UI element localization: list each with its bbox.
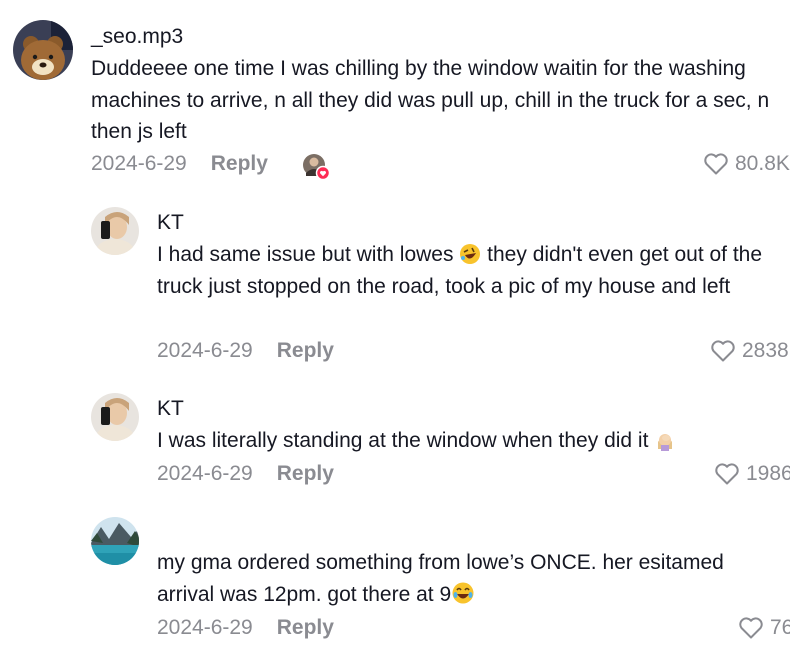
- selfie-avatar-icon: [91, 393, 139, 441]
- rofl-emoji-icon: [460, 244, 481, 264]
- like-count: 76: [770, 616, 790, 639]
- comment-date: 2024-6-29: [157, 339, 253, 362]
- avatar[interactable]: [91, 393, 139, 441]
- like-button[interactable]: 76: [738, 616, 790, 640]
- creator-liked-badge: [302, 153, 331, 181]
- like-button[interactable]: 80.8K: [703, 152, 790, 176]
- laughing-emoji-icon: [452, 582, 474, 603]
- comment-text: Duddeeee one time I was chilling by the …: [91, 57, 770, 143]
- selfie-avatar-icon: [91, 207, 139, 255]
- reply-button[interactable]: Reply: [277, 462, 334, 485]
- avatar[interactable]: [91, 517, 139, 565]
- comment-meta: 2024-6-29 Reply: [157, 616, 334, 640]
- comment-meta: 2024-6-29 Reply: [157, 462, 334, 486]
- comment-text-part: I was literally standing at the window w…: [157, 429, 655, 452]
- comment-meta: 2024-6-29 Reply: [157, 339, 334, 363]
- creator-avatar-icon: [303, 154, 331, 181]
- like-count: 1986: [746, 462, 790, 485]
- heart-icon: [739, 617, 763, 639]
- comment-date: 2024-6-29: [157, 616, 253, 639]
- comment-date: 2024-6-29: [91, 152, 187, 175]
- username[interactable]: _seo.mp3: [91, 25, 183, 49]
- lake-avatar-icon: [91, 517, 139, 565]
- heart-icon: [704, 153, 728, 175]
- bear-avatar-icon: [13, 20, 73, 80]
- reply-button[interactable]: Reply: [277, 616, 334, 639]
- avatar[interactable]: [13, 20, 73, 80]
- comment-meta: 2024-6-29 Reply: [91, 152, 268, 176]
- comment-text-part: I had same issue but with lowes: [157, 243, 460, 266]
- like-count: 80.8K: [735, 152, 790, 175]
- heart-icon: [715, 463, 739, 485]
- like-count: 2838: [742, 339, 789, 362]
- like-button[interactable]: 1986: [714, 462, 790, 486]
- comment-text: my gma ordered something from lowe’s ONC…: [157, 547, 782, 610]
- facepalm-emoji-icon: [658, 434, 673, 451]
- username[interactable]: KT: [157, 397, 184, 421]
- like-button[interactable]: 2838: [710, 339, 789, 363]
- reply-button[interactable]: Reply: [277, 339, 334, 362]
- reply-button[interactable]: Reply: [211, 152, 268, 175]
- username[interactable]: KT: [157, 211, 184, 235]
- comment-text: I had same issue but with lowes they did…: [157, 239, 782, 302]
- heart-icon: [711, 340, 735, 362]
- comment-text: I was literally standing at the window w…: [157, 425, 782, 457]
- comment-date: 2024-6-29: [157, 462, 253, 485]
- comment-text-part: my gma ordered something from lowe’s ONC…: [157, 551, 724, 606]
- avatar[interactable]: [91, 207, 139, 255]
